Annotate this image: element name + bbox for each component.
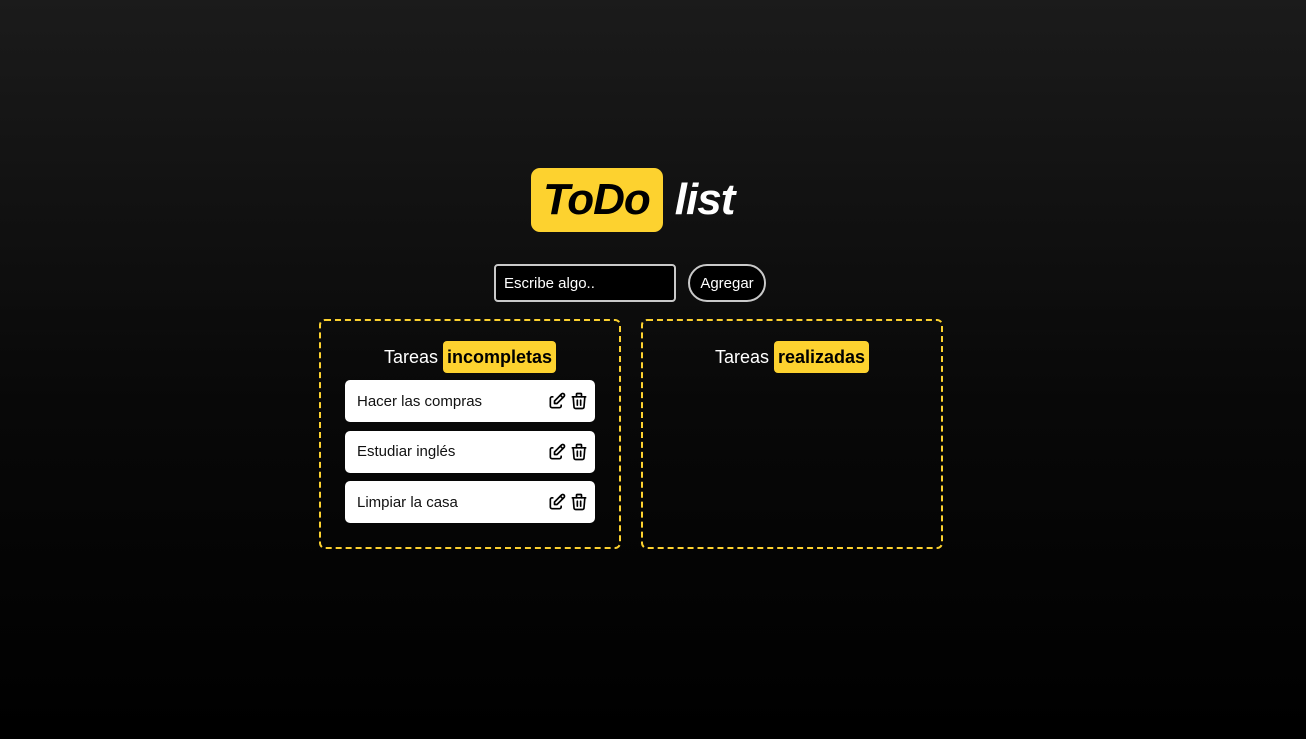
- task-text: Hacer las compras: [357, 392, 483, 410]
- title-rest: list: [674, 175, 736, 224]
- task-input[interactable]: [494, 264, 676, 302]
- task-item[interactable]: Hacer las compras: [345, 380, 595, 422]
- incomplete-tasks-panel: Tareas incompletas Hacer las compras Est…: [319, 319, 621, 549]
- trash-icon[interactable]: [569, 391, 589, 411]
- task-text: Estudiar inglés: [357, 443, 456, 460]
- done-tasks-panel: Tareas realizadas: [641, 319, 943, 549]
- task-item[interactable]: Estudiar inglés: [345, 430, 595, 473]
- title-highlight: ToDo: [531, 168, 663, 232]
- edit-icon[interactable]: [547, 492, 567, 512]
- incomplete-tasks-heading: Tareas incompletas: [321, 341, 619, 373]
- app-title: ToDo list: [531, 168, 736, 232]
- heading-highlight: realizadas: [773, 341, 870, 373]
- task-actions: [547, 492, 589, 512]
- task-text: Limpiar la casa: [357, 493, 458, 511]
- heading-highlight: incompletas: [443, 341, 557, 373]
- task-actions: [547, 442, 589, 462]
- heading-label: Tareas: [383, 346, 438, 367]
- incomplete-task-list: Hacer las compras Estudiar inglés Limpia…: [345, 380, 595, 532]
- task-item[interactable]: Limpiar la casa: [345, 481, 595, 523]
- trash-icon[interactable]: [569, 492, 589, 512]
- task-actions: [547, 391, 589, 411]
- edit-icon[interactable]: [547, 391, 567, 411]
- heading-label: Tareas: [714, 346, 769, 367]
- done-tasks-heading: Tareas realizadas: [643, 341, 941, 373]
- add-task-button[interactable]: Agregar: [688, 264, 766, 302]
- edit-icon[interactable]: [547, 442, 567, 462]
- trash-icon[interactable]: [569, 442, 589, 462]
